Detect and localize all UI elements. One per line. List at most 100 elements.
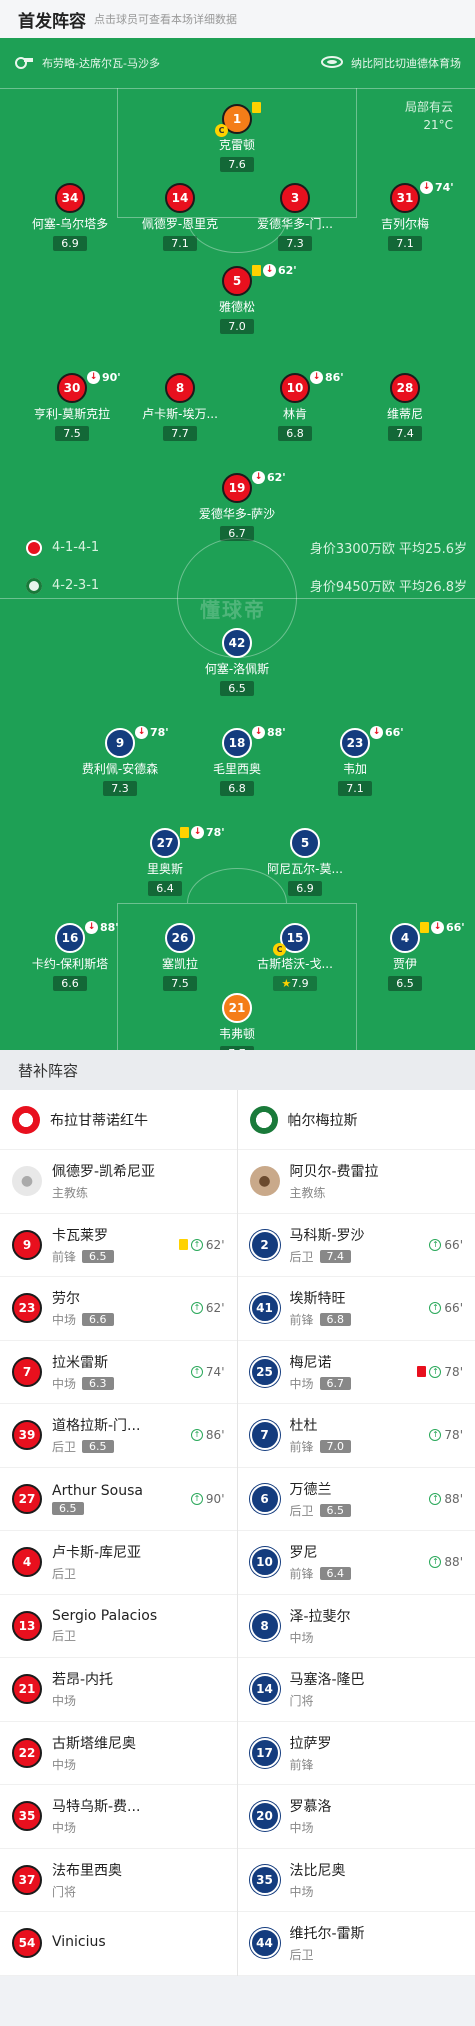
sub-player-info: 劳尔 中场 6.6	[52, 1288, 114, 1328]
substitution-out-icon: ↓	[431, 921, 444, 934]
player-marker[interactable]: 14 佩德罗-恩里克 7.1	[120, 183, 240, 251]
sub-player-info: 罗慕洛 中场	[290, 1796, 332, 1836]
sub-player-row[interactable]: 21 若昂-内托 中场	[0, 1658, 237, 1722]
player-events: ↓ 90'	[87, 371, 121, 384]
player-marker[interactable]: 8 卢卡斯-埃万... 7.7	[120, 373, 240, 441]
sub-player-row[interactable]: 2 马科斯-罗沙 后卫 7.4 ↑ 66'	[237, 1214, 475, 1277]
sub-player-row[interactable]: 23 劳尔 中场 6.6 ↑ 62'	[0, 1277, 237, 1341]
sub-player-position: 中场	[52, 1376, 77, 1391]
home-team-row[interactable]: 布拉甘蒂诺红牛	[0, 1090, 237, 1150]
away-coach-role: 主教练	[289, 1186, 326, 1201]
stadium-name: 纳比阿比切迪德体育场	[351, 57, 461, 70]
sub-player-row[interactable]: 14 马塞洛-隆巴 门将	[237, 1658, 475, 1722]
substitution-in-icon: ↑	[429, 1492, 442, 1505]
player-marker[interactable]: 42 何塞-洛佩斯 6.5	[177, 628, 297, 696]
sub-player-meta: 后卫	[290, 1946, 365, 1963]
sub-player-info: 维托尔-雷斯 后卫	[290, 1923, 365, 1963]
rating-value: 7.7	[228, 1047, 246, 1050]
player-rating: 7.1	[388, 236, 422, 251]
jersey-number: 22	[12, 1737, 42, 1768]
sub-player-row[interactable]: 41 埃斯特旺 前锋 6.8 ↑ 66'	[237, 1277, 475, 1341]
player-marker[interactable]: 31 ↓ 74' 吉列尔梅 7.1	[345, 181, 465, 251]
player-marker[interactable]: 18 ↓ 88' 毛里西奥 6.8	[177, 726, 297, 796]
jersey-number: 15 C	[273, 923, 310, 956]
jersey-number: 21	[222, 993, 252, 1023]
player-marker[interactable]: 23 ↓ 66' 韦加 7.1	[295, 726, 415, 796]
player-events: ↓ 86'	[310, 371, 344, 384]
sub-player-row[interactable]: 35 马特乌斯-费... 中场	[0, 1785, 237, 1849]
sub-player-row[interactable]: 25 梅尼诺 中场 6.7 ↑ 78'	[237, 1341, 475, 1404]
player-events: ↓ 88'	[252, 726, 286, 739]
sub-player-row[interactable]: 35 法比尼奥 中场	[237, 1849, 475, 1912]
sub-player-row[interactable]: 17 拉萨罗 前锋	[237, 1722, 475, 1785]
sub-player-info: 万德兰 后卫 6.5	[290, 1479, 352, 1519]
player-marker[interactable]: 21 韦弗顿 7.7	[177, 993, 297, 1050]
substitution-in-icon: ↑	[190, 1492, 203, 1505]
player-rating: 6.8	[278, 426, 312, 441]
player-marker[interactable]: 26 塞凯拉 7.5	[120, 923, 240, 991]
sub-minute: 62'	[205, 1237, 225, 1252]
sub-player-name: 拉萨罗	[289, 1735, 332, 1752]
sub-player-row[interactable]: 39 道格拉斯-门... 后卫 6.5 ↑ 86'	[0, 1404, 237, 1468]
player-rating: 7.7	[220, 1046, 254, 1050]
sub-player-row[interactable]: 44 维托尔-雷斯 后卫	[237, 1912, 475, 1976]
sub-player-row[interactable]: 6 万德兰 后卫 6.5 ↑ 88'	[237, 1468, 475, 1531]
sub-player-info: 拉米雷斯 中场 6.3	[52, 1352, 114, 1392]
sub-player-meta: 前锋 6.5	[52, 1248, 114, 1265]
rating-value: 7.3	[286, 237, 304, 250]
player-marker[interactable]: 19 ↓ 62' 爱德华多-萨沙 6.7	[177, 471, 297, 541]
sub-player-row[interactable]: 27 Arthur Sousa 6.5 ↑ 90'	[0, 1468, 237, 1531]
sub-player-name: 罗尼	[289, 1545, 318, 1562]
player-marker[interactable]: 30 ↓ 90' 亨利-莫斯克拉 7.5	[12, 371, 132, 441]
sub-minute: 74'	[435, 181, 454, 194]
rating-value: 6.5	[396, 977, 414, 990]
sub-minute: 78'	[150, 726, 169, 739]
player-marker[interactable]: 16 ↓ 88' 卡约-保利斯塔 6.6	[10, 921, 130, 991]
sub-player-row[interactable]: 10 罗尼 前锋 6.4 ↑ 88'	[237, 1531, 475, 1595]
sub-player-row[interactable]: 22 古斯塔维尼奥 中场	[0, 1722, 237, 1785]
away-team-row[interactable]: 帕尔梅拉斯	[237, 1090, 475, 1150]
player-marker[interactable]: 3 爱德华多-门... 7.3	[235, 183, 355, 251]
sub-player-row[interactable]: 20 罗慕洛 中场	[237, 1785, 475, 1849]
sub-player-rating: 6.6	[82, 1313, 114, 1327]
sub-player-row[interactable]: 8 泽-拉斐尔 中场	[237, 1595, 475, 1658]
sub-player-row[interactable]: 7 杜杜 前锋 7.0 ↑ 78'	[237, 1404, 475, 1468]
player-rating: 7.1	[338, 781, 372, 796]
sub-player-row[interactable]: 4 卢卡斯-库尼亚 后卫	[0, 1531, 237, 1595]
sub-minute: 90'	[102, 371, 121, 384]
sub-player-row[interactable]: 54 Vinicius	[0, 1912, 237, 1976]
jersey-number: 35	[12, 1801, 42, 1832]
coach-avatar-icon: ●	[12, 1166, 42, 1197]
sub-player-row[interactable]: 37 法布里西奥 门将	[0, 1849, 237, 1912]
sub-minute: 88'	[444, 1555, 463, 1569]
player-marker[interactable]: 1 C 克雷顿 7.6	[177, 102, 297, 172]
sub-player-name: 卡瓦莱罗	[52, 1227, 108, 1244]
sub-player-meta: 中场	[52, 1756, 136, 1773]
home-coach-row[interactable]: ● 佩德罗-凯希尼亚 主教练	[0, 1150, 237, 1214]
star-icon: ★	[281, 977, 292, 990]
player-marker[interactable]: 15 C 古斯塔沃-戈... ★7.9	[235, 923, 355, 991]
sub-player-row[interactable]: 7 拉米雷斯 中场 6.3 ↑ 74'	[0, 1341, 237, 1404]
jersey-number: 19 ↓ 62'	[222, 471, 286, 503]
player-events: ↓ 78'	[180, 826, 225, 839]
player-marker[interactable]: 5 阿尼瓦尔-莫... 6.9	[245, 828, 365, 896]
player-marker[interactable]: 10 ↓ 86' 林肯 6.8	[235, 371, 355, 441]
sub-minute: 66'	[446, 921, 465, 934]
sub-player-rating: 6.5	[82, 1440, 114, 1454]
sub-player-meta: 6.5	[52, 1501, 143, 1515]
player-marker[interactable]: 4 ↓ 66' 贾伊 6.5	[345, 921, 465, 991]
sub-player-name: Arthur Sousa	[52, 1482, 143, 1499]
player-marker[interactable]: 34 何塞-乌尔塔多 6.9	[10, 183, 130, 251]
sub-player-row[interactable]: 13 Sergio Palacios 后卫	[0, 1595, 237, 1658]
player-marker[interactable]: 27 ↓ 78' 里奥斯 6.4	[105, 826, 225, 896]
player-name: 林肯	[282, 407, 307, 421]
sub-player-position: 中场	[289, 1376, 314, 1391]
player-marker[interactable]: 5 ↓ 62' 雅德松 7.0	[177, 264, 297, 334]
player-marker[interactable]: 9 ↓ 78' 费利佩-安德森 7.3	[60, 726, 180, 796]
sub-player-row[interactable]: 9 卡瓦莱罗 前锋 6.5 ↑ 62'	[0, 1214, 237, 1277]
jersey-number: 5	[290, 828, 320, 858]
substitution-out-icon: ↓	[85, 921, 98, 934]
away-coach-row[interactable]: ● 阿贝尔-费雷拉 主教练	[237, 1150, 475, 1214]
lineup-header: 首发阵容 点击球员可查看本场详细数据	[0, 0, 475, 38]
player-marker[interactable]: 28 维蒂尼 7.4	[345, 373, 465, 441]
